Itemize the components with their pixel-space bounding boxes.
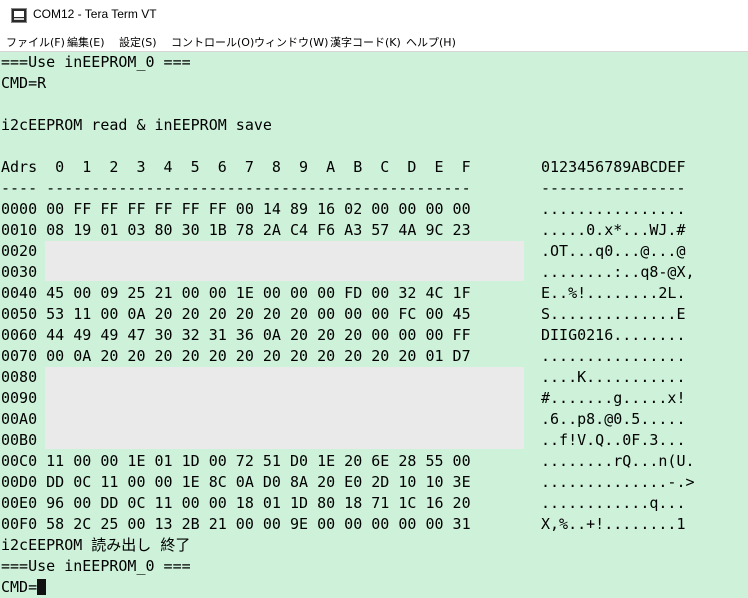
row-bytes: DD 0C 11 00 00 1E 8C 0A D0 8A 20 E0 2D 1… — [46, 473, 471, 491]
row-bytes: 58 2C 25 00 13 2B 21 00 00 9E 00 00 00 0… — [46, 515, 471, 533]
terminal-line: ===Use inEEPROM_0 === — [1, 53, 191, 71]
row-address: 00C0 — [1, 452, 38, 470]
row-ascii: ..f!V.Q..0F.3... — [541, 431, 686, 449]
row-address: 0090 — [1, 389, 38, 407]
hex-row: 0070 00 0A 20 20 20 20 20 20 20 20 20 20… — [1, 346, 471, 367]
hex-row: 0020 — [1, 241, 46, 262]
row-ascii: ................ — [541, 347, 686, 365]
terminal-screen[interactable]: ===Use inEEPROM_0 === CMD=R i2cEEPROM re… — [0, 52, 748, 596]
row-ascii: ............q... — [541, 494, 686, 512]
command-prompt[interactable]: CMD= — [1, 577, 47, 598]
hex-row: 00B0 — [1, 430, 46, 451]
window-title: COM12 - Tera Term VT — [33, 7, 157, 21]
missing-rows-block — [45, 367, 524, 449]
row-ascii: ..............-.> — [541, 473, 695, 491]
row-address: 00F0 — [1, 515, 38, 533]
hex-row: 0090 — [1, 388, 46, 409]
menu-file[interactable]: ファイル(F) — [6, 34, 65, 50]
row-bytes: 45 00 09 25 21 00 00 1E 00 00 00 FD 00 3… — [46, 284, 471, 302]
row-address: 00E0 — [1, 494, 38, 512]
terminal-line: i2cEEPROM 読み出し 終了 — [1, 536, 191, 554]
row-bytes: 00 0A 20 20 20 20 20 20 20 20 20 20 20 2… — [46, 347, 471, 365]
row-address: 0020 — [1, 242, 38, 260]
row-ascii: .....0.x*...WJ.# — [541, 221, 686, 239]
row-ascii: X,%..+!........1 — [541, 515, 686, 533]
hex-row: 00F0 58 2C 25 00 13 2B 21 00 00 9E 00 00… — [1, 514, 471, 535]
row-address: 00A0 — [1, 410, 38, 428]
row-address: 0050 — [1, 305, 38, 323]
row-ascii: .6..p8.@0.5..... — [541, 410, 686, 428]
hex-row: 0030 — [1, 262, 46, 283]
row-address: 0080 — [1, 368, 38, 386]
row-ascii: DIIG0216........ — [541, 326, 686, 344]
row-bytes: 96 00 DD 0C 11 00 00 18 01 1D 80 18 71 1… — [46, 494, 471, 512]
row-address: 0060 — [1, 326, 38, 344]
hex-row: 0050 53 11 00 0A 20 20 20 20 20 20 00 00… — [1, 304, 471, 325]
row-ascii: ........rQ...n(U. — [541, 452, 695, 470]
row-ascii: S..............E — [541, 305, 686, 323]
row-ascii: #.......g.....x! — [541, 389, 686, 407]
text-cursor — [37, 579, 47, 595]
row-bytes: 53 11 00 0A 20 20 20 20 20 20 00 00 00 F… — [46, 305, 471, 323]
missing-rows-block — [45, 241, 524, 281]
menu-window[interactable]: ウィンドウ(W) — [254, 34, 328, 50]
hex-row: 00D0 DD 0C 11 00 00 1E 8C 0A D0 8A 20 E0… — [1, 472, 471, 493]
terminal-line: CMD=R — [1, 74, 47, 92]
row-bytes: 00 FF FF FF FF FF FF 00 14 89 16 02 00 0… — [46, 200, 471, 218]
ascii-divider: ---------------- — [541, 179, 686, 197]
row-address: 0040 — [1, 284, 38, 302]
hex-row: 0060 44 49 49 47 30 32 31 36 0A 20 20 20… — [1, 325, 471, 346]
hex-row: 0080 — [1, 367, 46, 388]
ascii-header: 0123456789ABCDEF — [541, 158, 686, 176]
row-address: 00D0 — [1, 473, 38, 491]
row-address: 0000 — [1, 200, 38, 218]
terminal-line: i2cEEPROM read & inEEPROM save — [1, 116, 272, 134]
prompt-text: CMD= — [1, 578, 38, 596]
hex-row: 0000 00 FF FF FF FF FF FF 00 14 89 16 02… — [1, 199, 471, 220]
hex-row: 00C0 11 00 00 1E 01 1D 00 72 51 D0 1E 20… — [1, 451, 471, 472]
hex-row: 00E0 96 00 DD 0C 11 00 00 18 01 1D 80 18… — [1, 493, 471, 514]
menu-bar: ファイル(F) 編集(E) 設定(S) コントロール(O) ウィンドウ(W) 漢… — [0, 31, 748, 52]
terminal-icon[interactable] — [11, 8, 27, 23]
menu-help[interactable]: ヘルプ(H) — [406, 34, 456, 50]
row-bytes: 11 00 00 1E 01 1D 00 72 51 D0 1E 20 6E 2… — [46, 452, 471, 470]
title-bar: COM12 - Tera Term VT — [0, 0, 748, 32]
hex-row: 0040 45 00 09 25 21 00 00 1E 00 00 00 FD… — [1, 283, 471, 304]
row-address: 0030 — [1, 263, 38, 281]
row-address: 0010 — [1, 221, 38, 239]
menu-kanji[interactable]: 漢字コード(K) — [330, 34, 401, 50]
row-address: 00B0 — [1, 431, 38, 449]
hex-row: 00A0 — [1, 409, 46, 430]
row-ascii: E..%!........2L. — [541, 284, 686, 302]
menu-setup[interactable]: 設定(S) — [119, 34, 157, 50]
menu-edit[interactable]: 編集(E) — [67, 34, 105, 50]
hex-row: 0010 08 19 01 03 80 30 1B 78 2A C4 F6 A3… — [1, 220, 471, 241]
row-ascii: .OT...q0...@...@ — [541, 242, 686, 260]
row-bytes: 44 49 49 47 30 32 31 36 0A 20 20 20 00 0… — [46, 326, 471, 344]
row-bytes: 08 19 01 03 80 30 1B 78 2A C4 F6 A3 57 4… — [46, 221, 471, 239]
hex-header: Adrs 0 1 2 3 4 5 6 7 8 9 A B C D E F — [1, 158, 471, 176]
row-ascii: ........:..q8-@X, — [541, 263, 695, 281]
hex-divider: ---- -----------------------------------… — [1, 179, 471, 197]
row-address: 0070 — [1, 347, 38, 365]
row-ascii: ................ — [541, 200, 686, 218]
terminal-line: ===Use inEEPROM_0 === — [1, 557, 191, 575]
menu-control[interactable]: コントロール(O) — [171, 34, 254, 50]
row-ascii: ....K........... — [541, 368, 686, 386]
